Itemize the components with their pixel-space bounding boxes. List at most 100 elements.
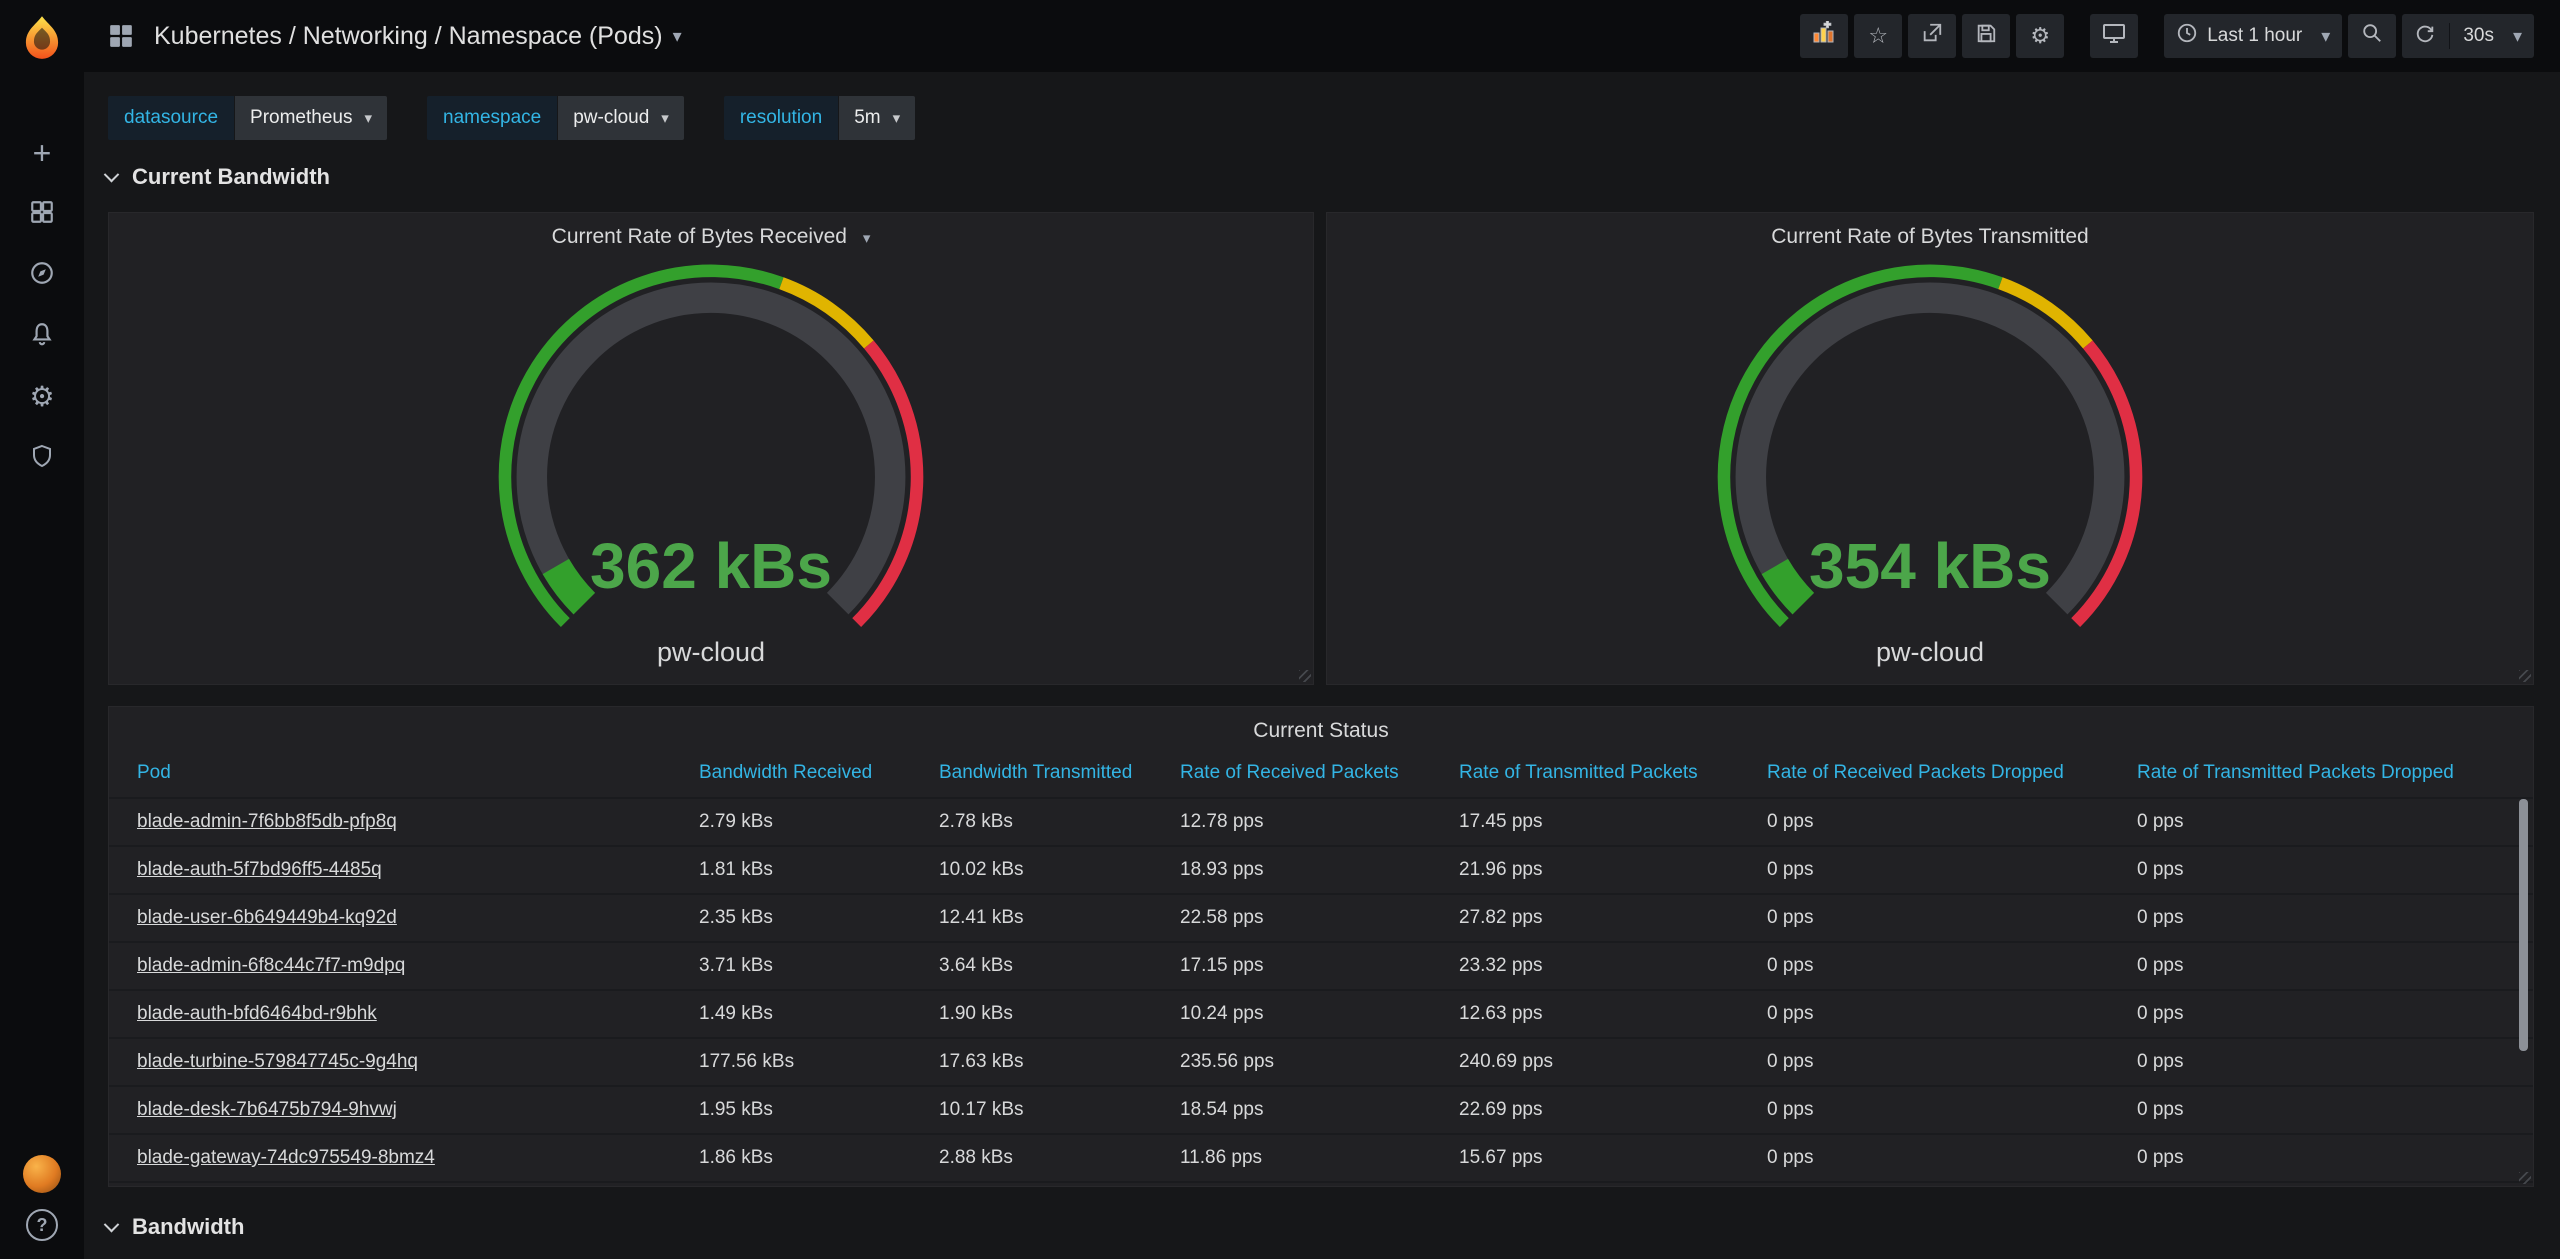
table-cell: 235.56 pps — [1152, 1038, 1431, 1086]
save-icon — [1975, 22, 1997, 50]
table-cell: 0 pps — [2109, 846, 2533, 894]
pod-link[interactable]: blade-admin-6f8c44c7f7-m9dpq — [137, 955, 405, 976]
gear-icon: ⚙ — [29, 383, 54, 411]
star-button[interactable]: ☆ — [1854, 14, 1902, 58]
table-row: blade-turbine-579847745c-9g4hq 177.56 kBs… — [109, 1038, 2533, 1086]
gauge-value: 362 kBs — [109, 529, 1313, 603]
table-cell: 3.64 kBs — [911, 942, 1152, 990]
gear-icon: ⚙ — [2030, 23, 2050, 49]
table-cell: 0 pps — [1739, 1134, 2109, 1182]
table-cell: 1.90 kBs — [911, 990, 1152, 1038]
chevron-down-icon — [104, 166, 120, 182]
compass-icon — [29, 260, 55, 291]
table-column-header[interactable]: Rate of Received Packets Dropped — [1739, 749, 2109, 798]
pod-cell: blade-admin-7f6bb8f5db-pfp8q — [109, 798, 671, 846]
cycle-view-button[interactable] — [2090, 14, 2138, 58]
row-title: Current Bandwidth — [132, 164, 330, 190]
pod-link[interactable]: blade-user-6b649449b4-kq92d — [137, 907, 397, 928]
gauge-value: 354 kBs — [1327, 529, 2533, 603]
variable-value-dropdown[interactable]: pw-cloud▾ — [558, 96, 684, 140]
bell-icon — [29, 321, 55, 352]
status-table: PodBandwidth ReceivedBandwidth Transmitt… — [109, 749, 2533, 1187]
navbar: Kubernetes / Networking / Namespace (Pod… — [84, 0, 2560, 72]
question-icon: ? — [37, 1215, 48, 1236]
table-cell: 0 pps — [2109, 798, 2533, 846]
table-cell: 12.41 kBs — [911, 894, 1152, 942]
user-avatar[interactable] — [23, 1155, 61, 1193]
panel-title[interactable]: Current Status — [109, 707, 2533, 743]
grafana-logo-icon[interactable] — [19, 14, 65, 60]
panel-bytes-received: Current Rate of Bytes Received ▾ 362 kBs… — [108, 212, 1314, 685]
server-admin-button[interactable] — [22, 439, 62, 477]
variable-value-dropdown[interactable]: 5m▾ — [839, 96, 915, 140]
dashboard-title[interactable]: Kubernetes / Networking / Namespace (Pod… — [154, 22, 663, 51]
gauge-series-label: pw-cloud — [109, 637, 1313, 668]
table-cell: 0 pps — [1739, 990, 2109, 1038]
pod-cell: blade-user-6b649449b4-kq92d — [109, 894, 671, 942]
refresh-interval-label: 30s — [2463, 25, 2494, 47]
configuration-button[interactable]: ⚙ — [22, 378, 62, 416]
row-header-current-bandwidth[interactable]: Current Bandwidth — [106, 164, 330, 190]
row-header-bandwidth[interactable]: Bandwidth — [106, 1214, 244, 1240]
help-button[interactable]: ? — [26, 1209, 58, 1241]
table-row: blade-gateway-74dc975549-8bmz41.86 kBs2.… — [109, 1134, 2533, 1182]
table-cell: 10.24 pps — [1152, 990, 1431, 1038]
table-row: blade-desk-7b6475b794-9hvwj1.95 kBs10.17… — [109, 1086, 2533, 1134]
table-cell: 0 pps — [1739, 1086, 2109, 1134]
pod-cell: blade-turbine-579847745c-9g4hq — [109, 1038, 671, 1086]
refresh-button[interactable]: 30s ▾ — [2402, 14, 2534, 58]
table-scrollbar[interactable] — [2519, 799, 2528, 1051]
pod-link[interactable]: blade-admin-7f6bb8f5db-pfp8q — [137, 811, 397, 832]
dashboard-settings-button[interactable]: ⚙ — [2016, 14, 2064, 58]
template-variables: datasource Prometheus▾ namespace pw-clou… — [108, 96, 915, 140]
title-caret-icon[interactable]: ▾ — [673, 26, 682, 47]
variable-datasource: datasource Prometheus▾ — [108, 96, 387, 140]
share-button[interactable] — [1908, 14, 1956, 58]
table-cell: 68.66 pps — [1431, 1182, 1739, 1187]
chevron-down-icon: ▾ — [364, 109, 372, 127]
table-column-header[interactable]: Bandwidth Transmitted — [911, 749, 1152, 798]
magnifier-icon — [2361, 22, 2383, 50]
pod-cell: blade-admin-6f8c44c7f7-m9dpq — [109, 942, 671, 990]
alerting-button[interactable] — [22, 317, 62, 355]
create-button[interactable]: + — [22, 134, 62, 172]
dashboard-content: datasource Prometheus▾ namespace pw-clou… — [84, 72, 2560, 1259]
table-column-header[interactable]: Bandwidth Received — [671, 749, 911, 798]
dashboards-button[interactable] — [22, 195, 62, 233]
table-cell: 23.32 pps — [1431, 942, 1739, 990]
table-column-header[interactable]: Rate of Received Packets — [1152, 749, 1431, 798]
pod-link[interactable]: blade-turbine-579847745c-9g4hq — [137, 1051, 418, 1072]
pod-cell: blade-desk-7b6475b794-9hvwj — [109, 1086, 671, 1134]
explore-button[interactable] — [22, 256, 62, 294]
variable-value-dropdown[interactable]: Prometheus▾ — [235, 96, 387, 140]
table-column-header[interactable]: Rate of Transmitted Packets — [1431, 749, 1739, 798]
table-cell: 18.93 pps — [1152, 846, 1431, 894]
refresh-icon — [2414, 22, 2436, 50]
pod-link[interactable]: blade-auth-5f7bd96ff5-4485q — [137, 859, 382, 880]
table-cell: 2.79 kBs — [671, 798, 911, 846]
pod-link[interactable]: blade-gateway-74dc975549-8bmz4 — [137, 1147, 435, 1168]
variable-label: datasource — [108, 96, 234, 140]
save-button[interactable] — [1962, 14, 2010, 58]
table-cell: 22.69 pps — [1431, 1086, 1739, 1134]
table-cell: 0 pps — [1739, 1182, 2109, 1187]
table-cell: 0 pps — [1739, 846, 2109, 894]
table-row: blade-auth-5f7bd96ff5-4485q1.81 kBs10.02… — [109, 846, 2533, 894]
table-cell: 0 pps — [2109, 1038, 2533, 1086]
table-cell: 18.54 pps — [1152, 1086, 1431, 1134]
table-cell: 27.82 pps — [1431, 894, 1739, 942]
table-column-header[interactable]: Rate of Transmitted Packets Dropped — [2109, 749, 2533, 798]
table-row: blade-user-6b649449b4-kq92d2.35 kBs12.41… — [109, 894, 2533, 942]
row-title: Bandwidth — [132, 1214, 244, 1240]
table-cell: 177.56 kBs — [671, 1038, 911, 1086]
add-panel-button[interactable] — [1800, 14, 1848, 58]
refresh-caret-icon: ▾ — [2513, 26, 2522, 47]
zoom-out-button[interactable] — [2348, 14, 2396, 58]
table-cell: 3.71 kBs — [671, 942, 911, 990]
table-cell: 2.88 kBs — [911, 1134, 1152, 1182]
table-cell: 0 pps — [1739, 942, 2109, 990]
time-picker-button[interactable]: Last 1 hour ▾ — [2164, 14, 2342, 58]
pod-link[interactable]: blade-auth-bfd6464bd-r9bhk — [137, 1003, 377, 1024]
pod-link[interactable]: blade-desk-7b6475b794-9hvwj — [137, 1099, 397, 1120]
table-column-header[interactable]: Pod — [109, 749, 671, 798]
